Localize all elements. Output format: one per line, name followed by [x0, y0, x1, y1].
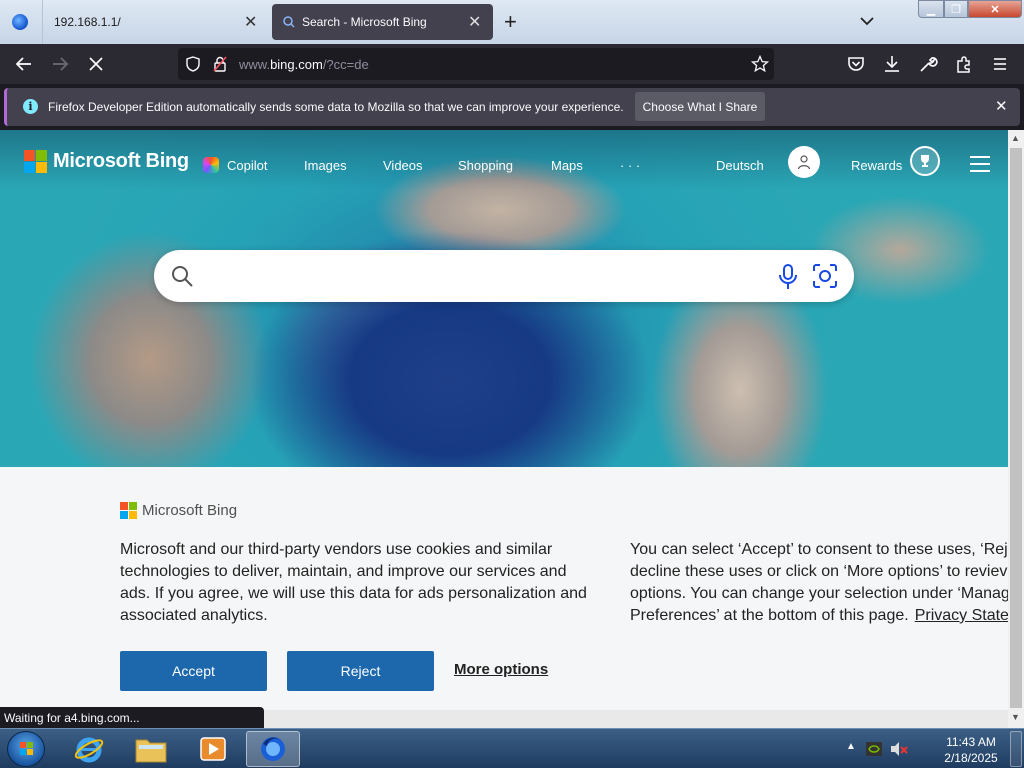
trophy-icon[interactable] — [910, 146, 940, 176]
firefox-icon — [12, 14, 28, 30]
clock-time: 11:43 AM — [946, 735, 996, 749]
back-icon[interactable] — [14, 54, 34, 74]
system-clock[interactable]: 11:43 AM 2/18/2025 — [936, 734, 1006, 766]
consent-instructions-line: options. You can change your selection u… — [630, 585, 1008, 602]
search-box[interactable] — [154, 250, 854, 302]
consent-description: Microsoft and our third-party vendors us… — [120, 541, 587, 624]
tab-title: Search - Microsoft Bing — [302, 15, 427, 29]
show-hidden-icons-icon[interactable]: ▲ — [846, 741, 856, 752]
hero-background-image: Microsoft Bing Copilot Images Videos Sho… — [0, 130, 1008, 467]
search-input[interactable] — [206, 260, 766, 292]
consent-instructions-line: decline these uses or click on ‘More opt… — [630, 563, 1008, 580]
close-icon[interactable]: ✕ — [244, 12, 257, 32]
consent-instructions: You can select ‘Accept’ to consent to th… — [630, 539, 1008, 629]
reject-button[interactable]: Reject — [287, 651, 434, 691]
insecure-lock-icon[interactable] — [212, 56, 228, 72]
show-desktop-button[interactable] — [1010, 731, 1022, 767]
telemetry-notification-bar: i Firefox Developer Edition automaticall… — [4, 88, 1020, 126]
notification-message: Firefox Developer Edition automatically … — [48, 100, 624, 114]
page-viewport: Microsoft Bing Copilot Images Videos Sho… — [0, 130, 1008, 710]
maximize-button[interactable]: ❐ — [944, 0, 968, 18]
accept-button[interactable]: Accept — [120, 651, 267, 691]
url-bar[interactable]: www.bing.com/?cc=de — [178, 48, 774, 80]
shield-icon[interactable] — [185, 56, 201, 72]
navigation-toolbar: www.bing.com/?cc=de — [0, 44, 1024, 84]
info-icon: i — [23, 99, 38, 114]
nvidia-icon[interactable] — [866, 741, 882, 757]
file-explorer-icon[interactable] — [124, 731, 178, 767]
scroll-up-icon[interactable]: ▲ — [1011, 133, 1020, 143]
new-tab-button[interactable]: + — [504, 9, 517, 35]
windows-logo-icon — [20, 742, 33, 755]
internet-explorer-icon[interactable] — [62, 731, 116, 767]
status-text: Waiting for a4.bing.com... — [0, 707, 264, 729]
consent-logo-text: Microsoft Bing — [142, 502, 238, 519]
star-icon[interactable] — [751, 55, 769, 73]
privacy-statement-link[interactable]: Privacy State — [915, 607, 1008, 624]
avatar[interactable] — [788, 146, 820, 178]
visual-search-icon[interactable] — [812, 263, 838, 289]
close-icon[interactable]: ✕ — [468, 12, 481, 32]
nav-shopping[interactable]: Shopping — [458, 158, 513, 173]
nav-maps[interactable]: Maps — [551, 158, 583, 173]
wrench-icon[interactable] — [918, 54, 938, 74]
hamburger-menu-icon[interactable] — [970, 156, 992, 172]
stop-loading-icon[interactable] — [86, 54, 106, 74]
url-host: bing.com — [270, 57, 323, 72]
user-icon — [797, 155, 811, 170]
vertical-scrollbar[interactable]: ▲ ▼ — [1008, 130, 1024, 728]
firefox-taskbar-icon[interactable] — [246, 731, 300, 767]
copilot-icon[interactable] — [203, 157, 219, 173]
clock-date: 2/18/2025 — [944, 751, 998, 765]
close-icon[interactable]: ✕ — [995, 97, 1008, 115]
nav-videos[interactable]: Videos — [383, 158, 423, 173]
url-path: /?cc=de — [322, 57, 369, 72]
minimize-button[interactable]: ▁ — [918, 0, 944, 18]
close-window-button[interactable]: ✕ — [968, 0, 1022, 18]
window-controls: ▁ ❐ ✕ — [918, 0, 1022, 18]
pocket-icon[interactable] — [846, 54, 866, 74]
windows-taskbar: ▲ 11:43 AM 2/18/2025 — [0, 728, 1024, 768]
menu-icon[interactable] — [990, 54, 1010, 74]
consent-logo: Microsoft Bing — [120, 502, 237, 519]
choose-what-i-share-button[interactable]: Choose What I Share — [635, 92, 765, 121]
browser-tab-strip: 192.168.1.1/ ✕ Search - Microsoft Bing ✕… — [0, 0, 1024, 44]
nav-copilot[interactable]: Copilot — [227, 158, 267, 173]
scrollbar-thumb[interactable] — [1010, 148, 1022, 708]
more-options-link[interactable]: More options — [454, 661, 548, 678]
nav-images[interactable]: Images — [304, 158, 347, 173]
rewards-link[interactable]: Rewards — [851, 158, 902, 173]
language-link[interactable]: Deutsch — [716, 158, 764, 173]
consent-instructions-line: You can select ‘Accept’ to consent to th… — [630, 541, 1008, 558]
tab-divider — [42, 0, 43, 44]
search-icon — [172, 266, 193, 287]
url-text[interactable]: www.bing.com/?cc=de — [239, 57, 369, 72]
scroll-down-icon[interactable]: ▼ — [1011, 712, 1020, 722]
microphone-icon[interactable] — [778, 264, 798, 290]
nav-more[interactable]: · · · — [620, 158, 640, 173]
url-prefix: www. — [239, 57, 271, 72]
start-button[interactable] — [7, 731, 45, 767]
consent-instructions-text: Preferences’ at the bottom of this page. — [630, 607, 909, 624]
cookie-consent-banner: Microsoft Bing Microsoft and our third-p… — [0, 467, 1008, 710]
download-icon[interactable] — [882, 54, 902, 74]
tab-router[interactable]: 192.168.1.1/ ✕ — [0, 0, 268, 44]
forward-icon[interactable] — [50, 54, 70, 74]
search-icon — [283, 16, 295, 28]
tab-bing[interactable]: Search - Microsoft Bing ✕ — [272, 4, 493, 40]
tab-title: 192.168.1.1/ — [54, 15, 121, 29]
bing-top-nav: Copilot Images Videos Shopping Maps · · … — [0, 146, 1008, 178]
microsoft-logo-icon — [120, 502, 137, 519]
extensions-icon[interactable] — [954, 54, 974, 74]
media-player-icon[interactable] — [186, 731, 240, 767]
chevron-down-icon[interactable] — [858, 12, 876, 30]
consent-instructions-line-last: Preferences’ at the bottom of this page.… — [630, 605, 1008, 627]
speaker-muted-icon[interactable] — [890, 741, 908, 757]
